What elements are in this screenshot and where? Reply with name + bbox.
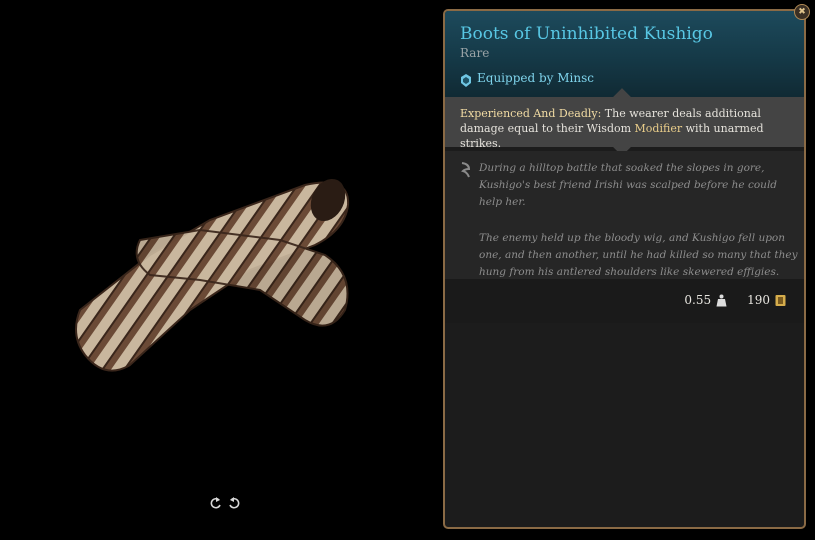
weight-value: 0.55 xyxy=(684,293,712,307)
lore-section: During a hilltop battle that soaked the … xyxy=(445,151,804,279)
item-tooltip-panel: Boots of Uninhibited Kushigo Rare Equipp… xyxy=(443,9,806,529)
rotate-controls xyxy=(210,492,242,512)
modifier-keyword[interactable]: Modifier xyxy=(635,122,683,135)
rotate-left-icon[interactable] xyxy=(210,495,222,509)
lore-paragraph: During a hilltop battle that soaked the … xyxy=(479,162,778,208)
equipped-character-icon xyxy=(460,72,472,87)
equipped-by-label: Equipped by Minsc xyxy=(477,71,594,85)
lore-quill-icon xyxy=(460,161,472,179)
rotate-right-icon[interactable] xyxy=(228,495,240,509)
item-name: Boots of Uninhibited Kushigo xyxy=(460,24,713,44)
weight-icon xyxy=(716,294,727,307)
equipped-status: Equipped by Minsc xyxy=(460,71,594,87)
tooltip-header: Boots of Uninhibited Kushigo Rare Equipp… xyxy=(445,11,804,97)
gold-coin-icon xyxy=(775,294,786,307)
item-preview-area[interactable] xyxy=(0,0,440,540)
item-stats: 0.55 190 xyxy=(684,293,786,307)
lore-paragraph: The enemy held up the bloody wig, and Ku… xyxy=(479,232,798,278)
item-rarity: Rare xyxy=(460,46,490,60)
boots-model-image xyxy=(75,178,350,372)
gold-value: 190 xyxy=(747,293,770,307)
item-stats-footer: 0.55 190 xyxy=(445,279,804,323)
close-icon[interactable]: ✖ xyxy=(794,4,810,20)
passive-name: Experienced And Deadly: xyxy=(460,107,602,120)
